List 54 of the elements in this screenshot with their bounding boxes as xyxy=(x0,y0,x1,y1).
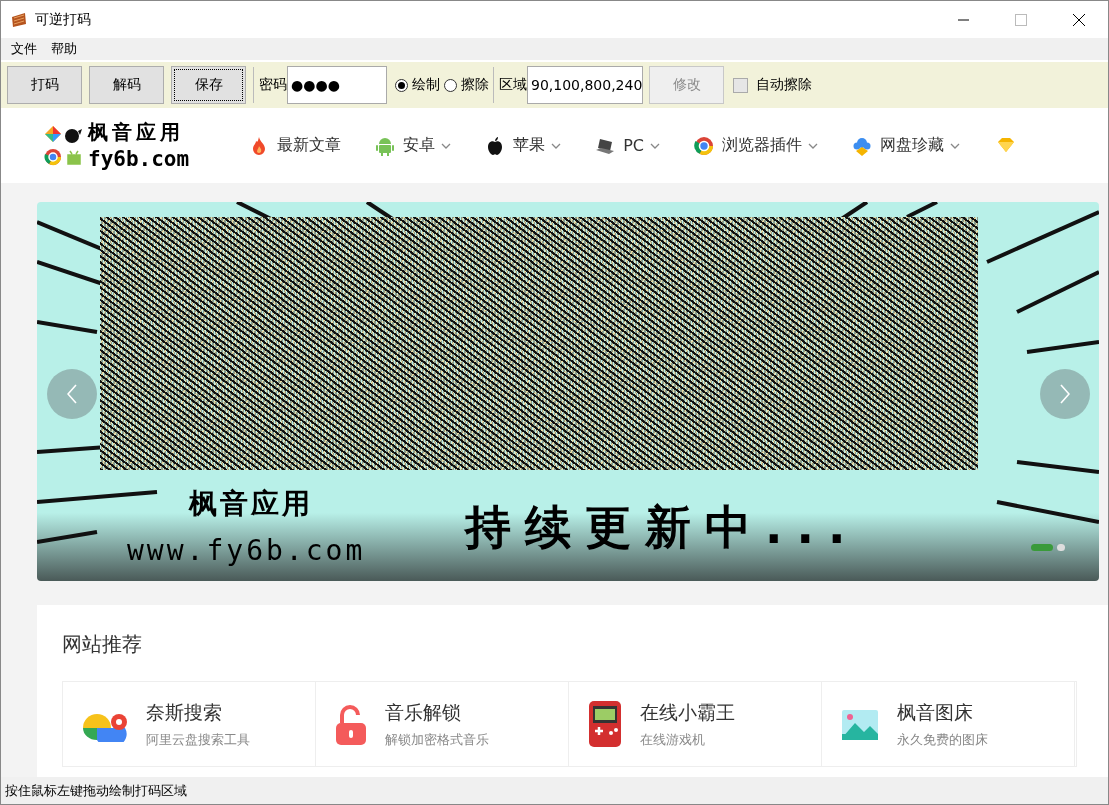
cloud-icon xyxy=(852,135,872,156)
recommendation-tile[interactable]: 奈斯搜索 阿里云盘搜索工具 xyxy=(63,682,316,766)
nav-link[interactable]: 苹果 xyxy=(513,135,546,156)
site-name: 奈斯搜索 xyxy=(146,699,223,725)
recommendation-tile[interactable]: 在线小霸王 在线游戏机 xyxy=(569,682,822,766)
site-description: 永久免费的图床 xyxy=(897,730,988,749)
slide-indicator[interactable] xyxy=(1057,544,1065,551)
site-name: 音乐解锁 xyxy=(385,699,462,725)
banner-slogan: 持续更新中... xyxy=(465,499,860,556)
section-title: 网站推荐 xyxy=(62,631,143,658)
toolbar-button[interactable]: 打码 xyxy=(7,66,82,104)
app-icon xyxy=(11,11,27,28)
radio-button[interactable]: 绘制 xyxy=(395,76,444,94)
site-name: 枫音图床 xyxy=(897,699,974,725)
chevron-left-icon xyxy=(67,384,77,404)
next-slide-button[interactable] xyxy=(1040,369,1090,419)
nav-link[interactable]: 网盘珍藏 xyxy=(880,135,944,156)
password-label: 密码 xyxy=(259,76,287,94)
recommendation-tile[interactable]: 音乐解锁 解锁加密格式音乐 xyxy=(316,682,569,766)
logo-text: 枫音应用 xyxy=(88,118,185,146)
unlocked-padlock-icon xyxy=(334,703,368,745)
site-description: 在线游戏机 xyxy=(640,730,706,749)
site-name: 在线小霸王 xyxy=(640,699,735,725)
previous-slide-button[interactable] xyxy=(47,369,97,419)
site-description: 解锁加密格式音乐 xyxy=(385,730,489,749)
banner-url: www.fy6b.com xyxy=(127,534,366,567)
toolbar-button[interactable]: 保存 xyxy=(171,66,246,104)
close-icon xyxy=(1073,13,1085,26)
menu-item[interactable]: 文件 xyxy=(4,40,44,58)
status-bar: 按住鼠标左键拖动绘制打码区域 xyxy=(1,777,1108,804)
logo-domain: fy6b.com xyxy=(88,145,190,173)
recommendation-tile[interactable]: 枫音图床 永久免费的图床 xyxy=(822,682,1075,766)
radio-button[interactable]: 擦除 xyxy=(444,76,493,94)
banner-brand: 枫音应用 xyxy=(189,486,313,522)
toolbar-button[interactable]: 解码 xyxy=(89,66,164,104)
nav-link[interactable]: 最新文章 xyxy=(277,135,342,156)
window-title: 可逆打码 xyxy=(35,10,92,29)
chevron-right-icon xyxy=(1060,384,1070,404)
android-icon xyxy=(375,135,396,156)
logo-mark-icon xyxy=(44,125,84,144)
maximize-icon xyxy=(1015,13,1027,26)
password-field[interactable]: ●●●● xyxy=(287,66,387,104)
region-label: 区域 xyxy=(499,76,527,94)
region-field[interactable]: 90,100,800,240 xyxy=(527,66,643,104)
slide-indicator[interactable] xyxy=(1031,544,1053,551)
nav-link[interactable]: PC xyxy=(623,136,644,155)
nav-link[interactable]: 安卓 xyxy=(403,135,436,156)
menu-item[interactable]: 帮助 xyxy=(44,40,84,58)
checkbox-label: 自动擦除 xyxy=(756,76,812,94)
handheld-console-icon xyxy=(587,701,623,747)
nav-link[interactable]: 浏览器插件 xyxy=(722,135,802,156)
site-description: 阿里云盘搜索工具 xyxy=(146,730,250,749)
browser-icon xyxy=(694,135,714,156)
checkbox[interactable] xyxy=(733,77,748,93)
